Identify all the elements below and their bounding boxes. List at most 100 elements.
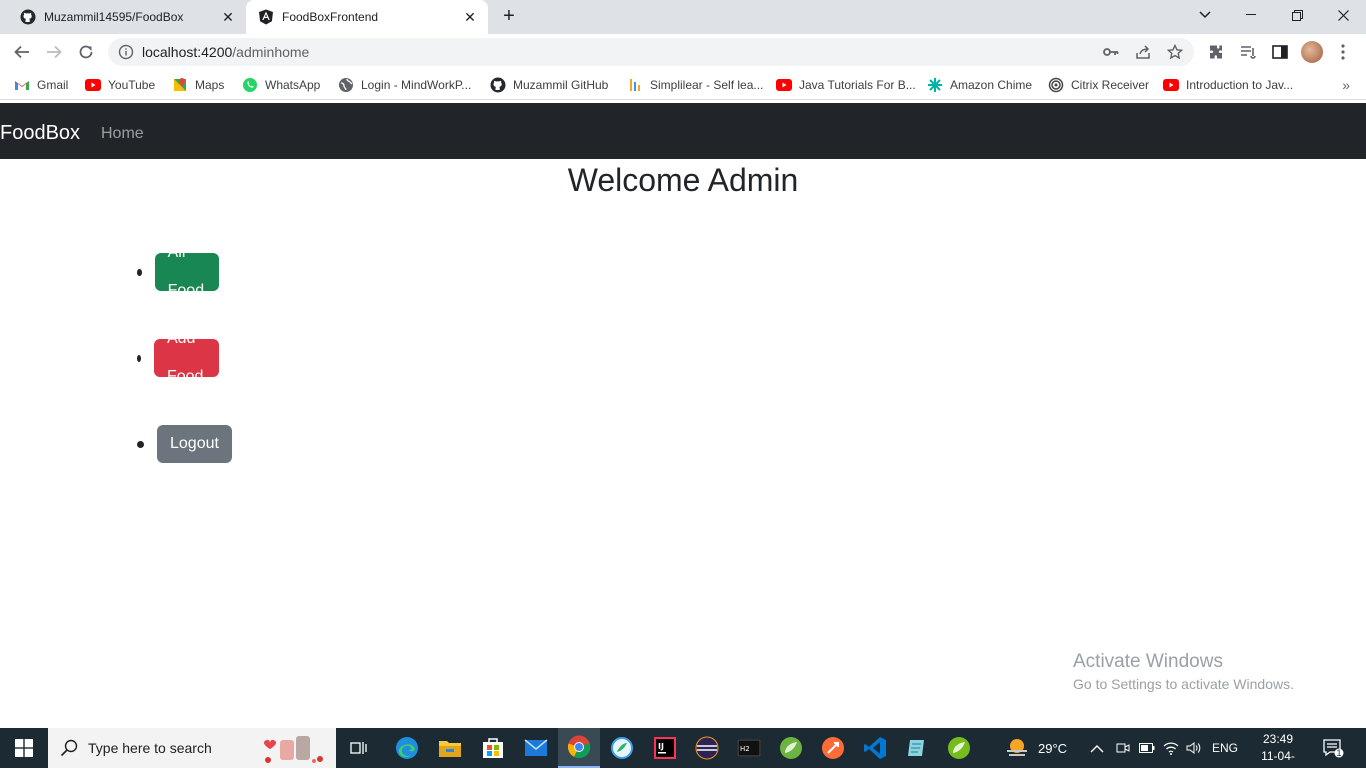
gmail-icon bbox=[14, 77, 30, 93]
bookmark-label: WhatsApp bbox=[265, 78, 321, 92]
back-arrow-icon[interactable] bbox=[10, 40, 34, 64]
url-host: localhost:4200 bbox=[142, 44, 233, 60]
new-tab-button[interactable]: + bbox=[498, 6, 520, 28]
bookmark-label: Citrix Receiver bbox=[1071, 78, 1150, 92]
h2-console-icon[interactable]: H2 bbox=[728, 728, 770, 768]
list-item: All Food bbox=[137, 244, 220, 299]
clock-time: 23:49 bbox=[1262, 732, 1294, 746]
bookmark-muzammil-github[interactable]: Muzammil GitHub bbox=[490, 76, 608, 94]
svg-text:H2: H2 bbox=[740, 745, 750, 753]
postman-icon[interactable] bbox=[812, 728, 854, 768]
github-icon bbox=[490, 77, 506, 93]
weather-widget[interactable]: 29°C bbox=[1004, 728, 1067, 768]
bookmark-whatsapp[interactable]: WhatsApp bbox=[242, 76, 320, 94]
vscode-icon[interactable] bbox=[854, 728, 896, 768]
angular-icon bbox=[258, 9, 274, 25]
bookmark-star-icon[interactable] bbox=[1167, 44, 1183, 60]
microsoft-store-icon[interactable] bbox=[472, 728, 514, 768]
wifi-icon[interactable] bbox=[1163, 728, 1179, 768]
bookmark-label: Introduction to Jav... bbox=[1186, 78, 1294, 92]
bookmark-label: Simplilear - Self lea... bbox=[650, 78, 764, 92]
close-window-icon[interactable] bbox=[1320, 0, 1366, 30]
spring-boot-icon[interactable] bbox=[938, 728, 980, 768]
browser-toolbar: localhost:4200/adminhome bbox=[0, 34, 1366, 70]
bookmark-label: Java Tutorials For B... bbox=[799, 78, 916, 92]
edge-browser-icon[interactable] bbox=[386, 728, 428, 768]
search-icon bbox=[60, 739, 78, 762]
brand-link[interactable]: FoodBox bbox=[0, 121, 80, 145]
side-panel-icon[interactable] bbox=[1270, 42, 1290, 62]
show-hidden-icons-chevron-icon[interactable] bbox=[1090, 728, 1104, 768]
bookmark-maps[interactable]: Maps bbox=[172, 76, 224, 94]
whatsapp-icon bbox=[242, 77, 258, 93]
svg-text:IJ: IJ bbox=[658, 742, 664, 751]
share-icon[interactable] bbox=[1135, 44, 1151, 60]
action-center-notification-icon[interactable]: 1 bbox=[1322, 728, 1344, 768]
add-food-button[interactable]: Add Food bbox=[153, 330, 220, 385]
mail-icon[interactable] bbox=[515, 728, 557, 768]
bookmark-simplilearn[interactable]: Simplilear - Self lea... bbox=[627, 76, 763, 94]
taskbar-search-box[interactable]: Type here to search bbox=[48, 728, 336, 768]
bookmark-label: Login - MindWorkP... bbox=[361, 78, 472, 92]
clock-date: 11-04-2023 bbox=[1261, 749, 1295, 780]
bookmark-amazon-chime[interactable]: Amazon Chime bbox=[927, 76, 1032, 94]
minimize-icon[interactable] bbox=[1228, 0, 1274, 30]
bookmark-mindwork-login[interactable]: Login - MindWorkP... bbox=[338, 76, 471, 94]
windows-start-icon[interactable] bbox=[0, 728, 48, 768]
site-info-icon[interactable] bbox=[118, 44, 134, 65]
close-tab-icon[interactable]: ✕ bbox=[220, 9, 236, 25]
task-view-icon[interactable] bbox=[338, 728, 380, 768]
profile-avatar-icon[interactable] bbox=[1301, 41, 1323, 63]
system-clock[interactable]: 23:49 11-04-2023 bbox=[1248, 731, 1308, 782]
reload-icon[interactable] bbox=[74, 40, 98, 64]
watermark-subtitle: Go to Settings to activate Windows. bbox=[1073, 676, 1294, 692]
bookmark-citrix-receiver[interactable]: Citrix Receiver bbox=[1048, 76, 1149, 94]
bookmark-youtube[interactable]: YouTube bbox=[85, 76, 155, 94]
watermark-title: Activate Windows bbox=[1073, 651, 1223, 672]
github-icon bbox=[20, 9, 36, 25]
all-food-button[interactable]: All Food bbox=[154, 244, 220, 299]
activate-windows-watermark: Activate Windows Go to Settings to activ… bbox=[1073, 651, 1294, 695]
chrome-icon[interactable] bbox=[558, 728, 600, 768]
bookmark-gmail[interactable]: Gmail bbox=[14, 76, 68, 94]
windows-taskbar: Type here to search IJ H2 29°C ENG 23:49… bbox=[0, 728, 1366, 780]
extensions-icon[interactable] bbox=[1206, 42, 1226, 62]
file-explorer-icon[interactable] bbox=[429, 728, 471, 768]
bookmark-label: Muzammil GitHub bbox=[513, 78, 609, 92]
battery-icon[interactable] bbox=[1139, 728, 1155, 768]
browser-app-icon[interactable] bbox=[601, 728, 643, 768]
tab-foodbox-repo[interactable]: Muzammil14595/FoodBox ✕ bbox=[8, 0, 246, 34]
notes-app-icon[interactable] bbox=[896, 728, 938, 768]
tab-search-chevron-icon[interactable] bbox=[1182, 0, 1228, 30]
bookmark-introduction-java[interactable]: Introduction to Jav... bbox=[1163, 76, 1293, 94]
intellij-icon[interactable]: IJ bbox=[644, 728, 686, 768]
citrix-icon bbox=[1048, 77, 1064, 93]
menu-dots-icon[interactable] bbox=[1333, 42, 1353, 62]
close-tab-icon[interactable]: ✕ bbox=[462, 9, 478, 25]
list-item: Add Food bbox=[137, 330, 220, 385]
spring-tool-suite-icon[interactable] bbox=[770, 728, 812, 768]
forward-arrow-icon[interactable] bbox=[42, 40, 66, 64]
bookmark-label: Gmail bbox=[37, 78, 69, 92]
more-bookmarks-icon[interactable]: » bbox=[1342, 77, 1350, 93]
reading-list-icon[interactable] bbox=[1238, 42, 1258, 62]
search-highlight-luggage-icon bbox=[263, 736, 323, 763]
bookmark-java-tutorials[interactable]: Java Tutorials For B... bbox=[776, 76, 916, 94]
tab-foodbox-frontend[interactable]: FoodBoxFrontend ✕ bbox=[246, 0, 488, 34]
bullet-marker bbox=[137, 440, 144, 448]
url-path: /adminhome bbox=[232, 44, 310, 60]
nav-home-link[interactable]: Home bbox=[101, 124, 144, 144]
url-text: localhost:4200/adminhome bbox=[142, 44, 309, 60]
list-item: Logout bbox=[137, 425, 232, 463]
eclipse-icon[interactable] bbox=[686, 728, 728, 768]
language-indicator[interactable]: ENG bbox=[1212, 728, 1238, 768]
page-title: Welcome Admin bbox=[567, 162, 799, 198]
restore-icon[interactable] bbox=[1274, 0, 1320, 30]
address-bar[interactable]: localhost:4200/adminhome bbox=[108, 38, 1194, 66]
meet-now-icon[interactable] bbox=[1116, 728, 1130, 768]
bullet-marker bbox=[137, 354, 141, 362]
key-icon[interactable] bbox=[1103, 44, 1119, 60]
youtube-icon bbox=[1163, 77, 1179, 93]
volume-icon[interactable] bbox=[1186, 728, 1202, 768]
logout-button[interactable]: Logout bbox=[157, 425, 232, 463]
